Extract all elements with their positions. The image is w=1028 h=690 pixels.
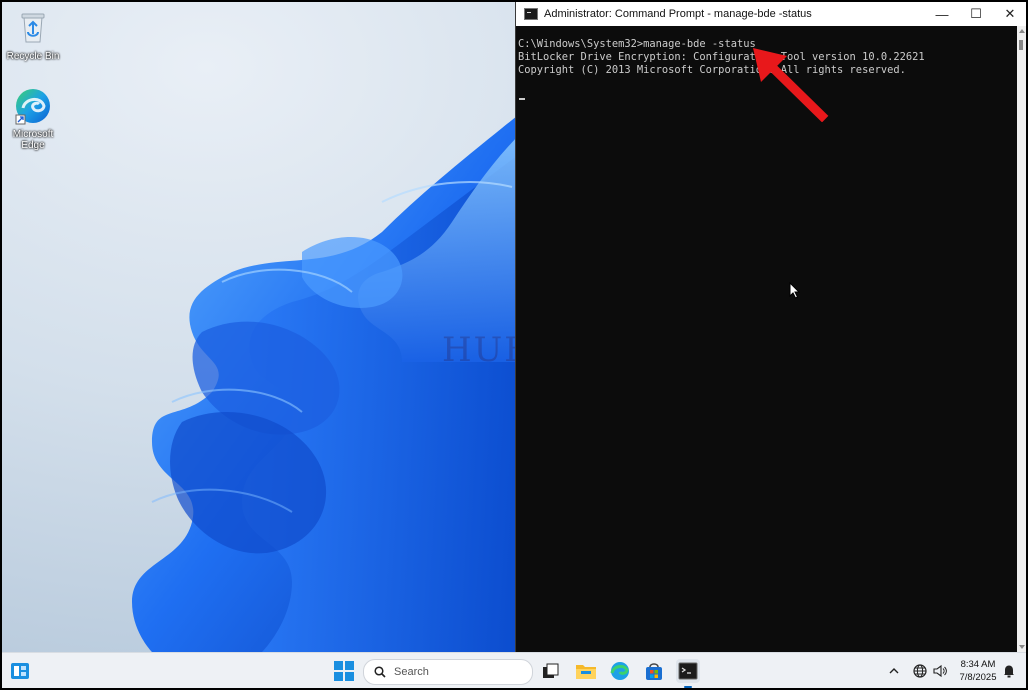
desktop-icon-label: Microsoft Edge (12, 129, 54, 151)
window-title: Administrator: Command Prompt - manage-b… (544, 8, 812, 20)
scroll-down-icon[interactable] (1019, 645, 1025, 649)
screen: Recycle Bin Microsoft Edge HUB Administr… (0, 0, 1028, 690)
tray-overflow-chevron[interactable] (888, 653, 900, 688)
network-icon[interactable] (912, 653, 928, 688)
minimize-button[interactable]: — (925, 2, 959, 26)
desktop-icon-label: Recycle Bin (6, 51, 60, 62)
active-app-indicator (684, 686, 692, 688)
scroll-thumb[interactable] (1019, 40, 1023, 50)
clock-date: 7/8/2025 (959, 672, 997, 683)
close-button[interactable]: ✕ (993, 2, 1026, 26)
task-view-icon[interactable] (539, 659, 563, 683)
store-icon[interactable] (642, 659, 666, 683)
chevron-up-icon (889, 668, 899, 674)
taskbar: Search 8:34 AM 7/8/2025 (2, 652, 1026, 688)
terminal-icon[interactable] (676, 659, 700, 688)
cmd-app-icon (524, 8, 538, 20)
edge-icon (13, 86, 53, 126)
vertical-scrollbar[interactable] (1017, 26, 1026, 652)
maximize-button[interactable]: ☐ (959, 2, 993, 26)
annotation-arrow-icon (753, 48, 829, 122)
system-clock[interactable]: 8:34 AM 7/8/2025 (952, 658, 1004, 684)
desktop-icon-recycle-bin[interactable]: Recycle Bin (2, 8, 64, 62)
file-explorer-icon[interactable] (574, 659, 598, 683)
edge-icon[interactable] (608, 659, 632, 683)
wallpaper-bloom (132, 112, 522, 652)
search-placeholder: Search (394, 666, 429, 678)
scroll-up-icon[interactable] (1019, 29, 1025, 33)
recycle-bin-icon (13, 8, 53, 48)
volume-icon[interactable] (932, 653, 948, 688)
desktop-icon-edge[interactable]: Microsoft Edge (2, 86, 64, 151)
clock-time: 8:34 AM (960, 659, 996, 670)
search-icon (374, 666, 386, 678)
window-titlebar[interactable]: Administrator: Command Prompt - manage-b… (516, 2, 1026, 26)
mouse-pointer-icon (789, 282, 801, 299)
widgets-icon[interactable] (8, 659, 32, 683)
start-icon[interactable] (332, 659, 356, 683)
taskbar-search-input[interactable]: Search (363, 659, 533, 685)
notification-bell-icon[interactable] (1003, 653, 1015, 688)
